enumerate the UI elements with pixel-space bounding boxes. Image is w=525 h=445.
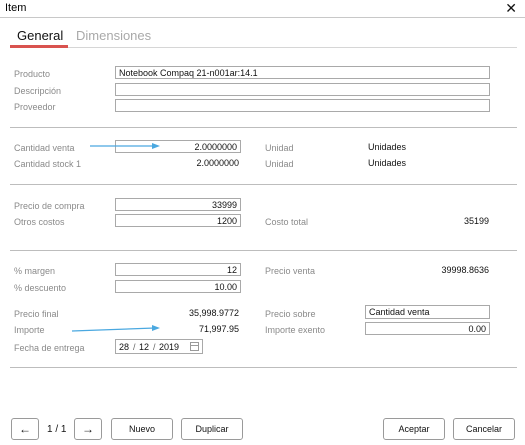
aceptar-button[interactable]: Aceptar [383, 418, 445, 440]
previous-button[interactable]: ← [11, 418, 39, 440]
arrow-importe [71, 325, 160, 332]
arrow-right-icon: → [82, 422, 94, 436]
next-button[interactable]: → [74, 418, 102, 440]
arrow-cantidad-venta [90, 143, 160, 149]
arrow-left-icon: ← [19, 422, 31, 436]
nuevo-button[interactable]: Nuevo [111, 418, 173, 440]
cancelar-button[interactable]: Cancelar [453, 418, 515, 440]
duplicar-button[interactable]: Duplicar [181, 418, 243, 440]
annotation-arrows [71, 143, 160, 332]
page-indicator: 1 / 1 [47, 424, 67, 435]
